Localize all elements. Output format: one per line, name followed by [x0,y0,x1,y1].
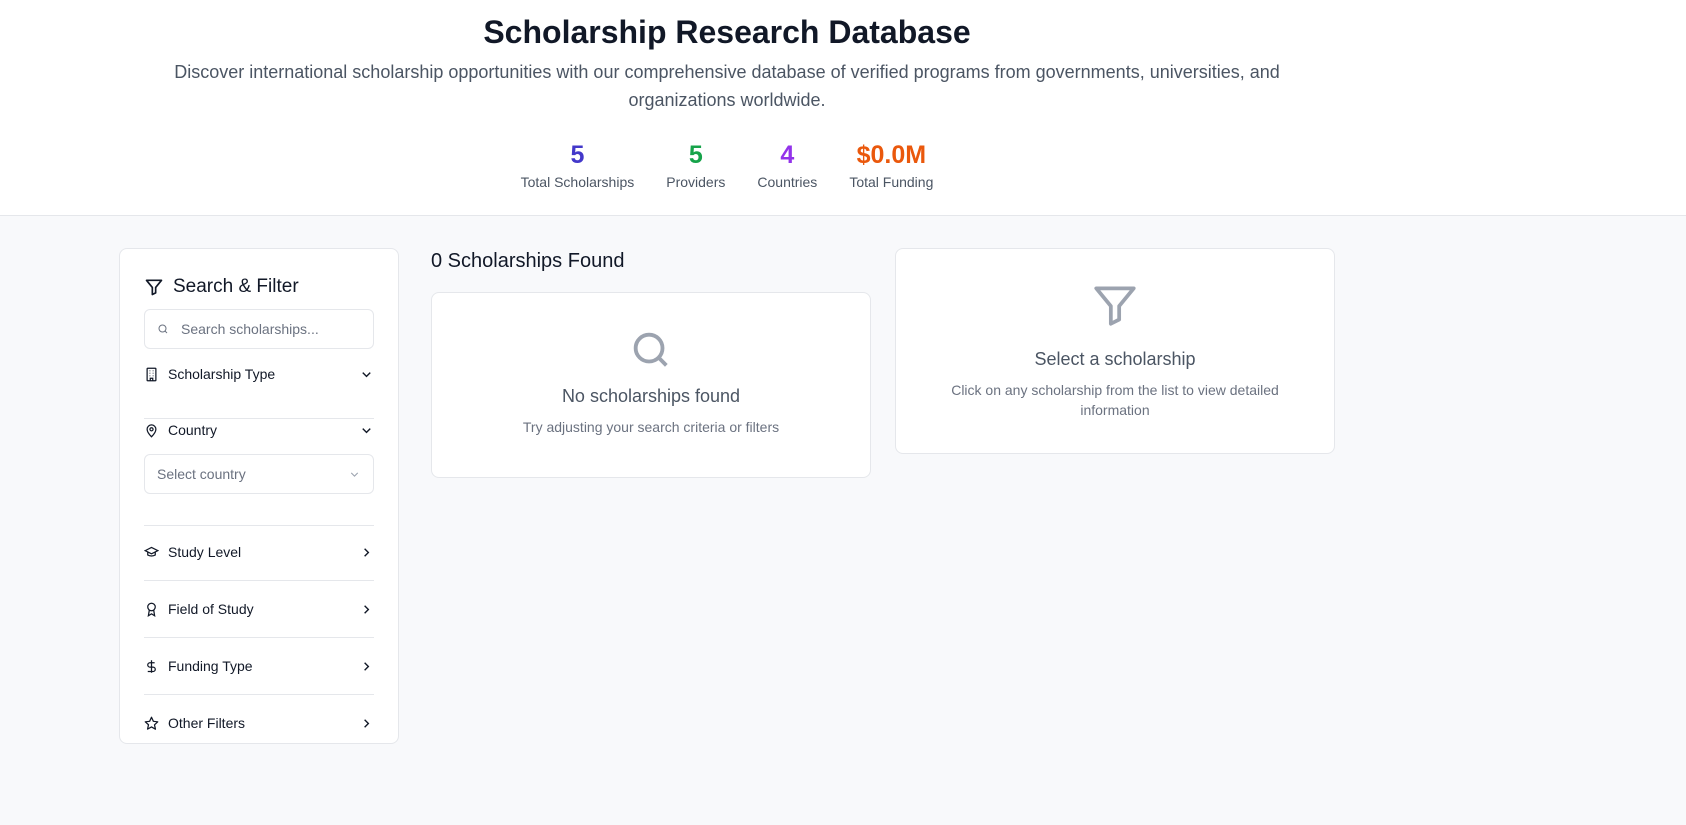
filter-label: Country [168,422,218,438]
sidebar-header: Search & Filter [144,276,299,298]
search-icon [158,324,168,334]
chevron-down-icon[interactable] [359,423,374,438]
stat-value: 5 [688,141,703,169]
detail-text: Click on any scholarship from the list t… [951,382,1279,418]
filter-icon [145,279,163,296]
stat-value: $0.0M [856,141,927,169]
stat-label: Total Scholarships [520,174,635,190]
filter-label: Field of Study [168,601,254,617]
search-box[interactable] [144,309,374,349]
dollar-icon [147,659,156,673]
stat-label: Providers [666,174,726,190]
filter-field-of-study[interactable]: Field of Study [144,581,374,638]
chevron-down-icon[interactable] [359,367,374,382]
filter-scholarship-type[interactable]: Scholarship Type [144,362,374,419]
stat-total-funding: $0.0M Total Funding [849,140,933,190]
stat-total-scholarships: 5 Total Scholarships [521,140,635,190]
results-count-heading: 0 Scholarships Found [431,250,625,272]
award-icon [147,602,156,617]
empty-title: No scholarships found [561,386,741,406]
scholarship-detail-card: Select a scholarship Click on any schola… [895,248,1335,454]
stats-bar: 5 Total Scholarships 5 Providers 4 Count… [0,140,1454,190]
chevron-down-icon [350,471,359,477]
filter-label: Study Level [168,544,242,560]
stat-value: 5 [570,141,585,169]
star-icon [144,716,159,730]
page-header: Scholarship Research Database Discover i… [0,0,1686,216]
detail-title: Select a scholarship [1034,349,1196,369]
map-pin-icon [146,423,157,438]
filter-funding-type[interactable]: Funding Type [144,638,374,695]
empty-results-card: No scholarships found Try adjusting your… [431,292,871,478]
stat-providers: 5 Providers [666,140,725,190]
page-subtitle: Discover international scholarship oppor… [174,62,1280,110]
building-icon [146,367,157,381]
filter-icon [1094,286,1136,326]
chevron-right-icon[interactable] [359,545,374,560]
filter-other[interactable]: Other Filters [144,695,374,752]
filter-country[interactable]: Country Select country [144,418,374,526]
chevron-right-icon[interactable] [359,716,374,731]
filter-study-level[interactable]: Study Level [144,524,374,581]
filter-sidebar: Search & Filter Scholarship Type Country… [119,248,399,744]
stat-countries: 4 Countries [757,140,817,190]
sidebar-title: Search & Filter [173,276,299,297]
filter-label: Scholarship Type [168,366,276,382]
filter-label: Funding Type [168,658,253,674]
page-title: Scholarship Research Database [483,14,971,50]
search-input[interactable] [181,321,361,337]
graduation-cap-icon [144,546,159,557]
search-icon [633,332,668,367]
stat-label: Total Funding [849,174,934,190]
stat-value: 4 [780,141,795,169]
chevron-right-icon[interactable] [359,659,374,674]
filter-label: Other Filters [168,715,246,731]
country-select[interactable]: Select country [144,454,374,494]
empty-text: Try adjusting your search criteria or fi… [522,419,780,435]
chevron-right-icon[interactable] [359,602,374,617]
stat-label: Countries [757,174,818,190]
select-placeholder: Select country [157,466,246,482]
